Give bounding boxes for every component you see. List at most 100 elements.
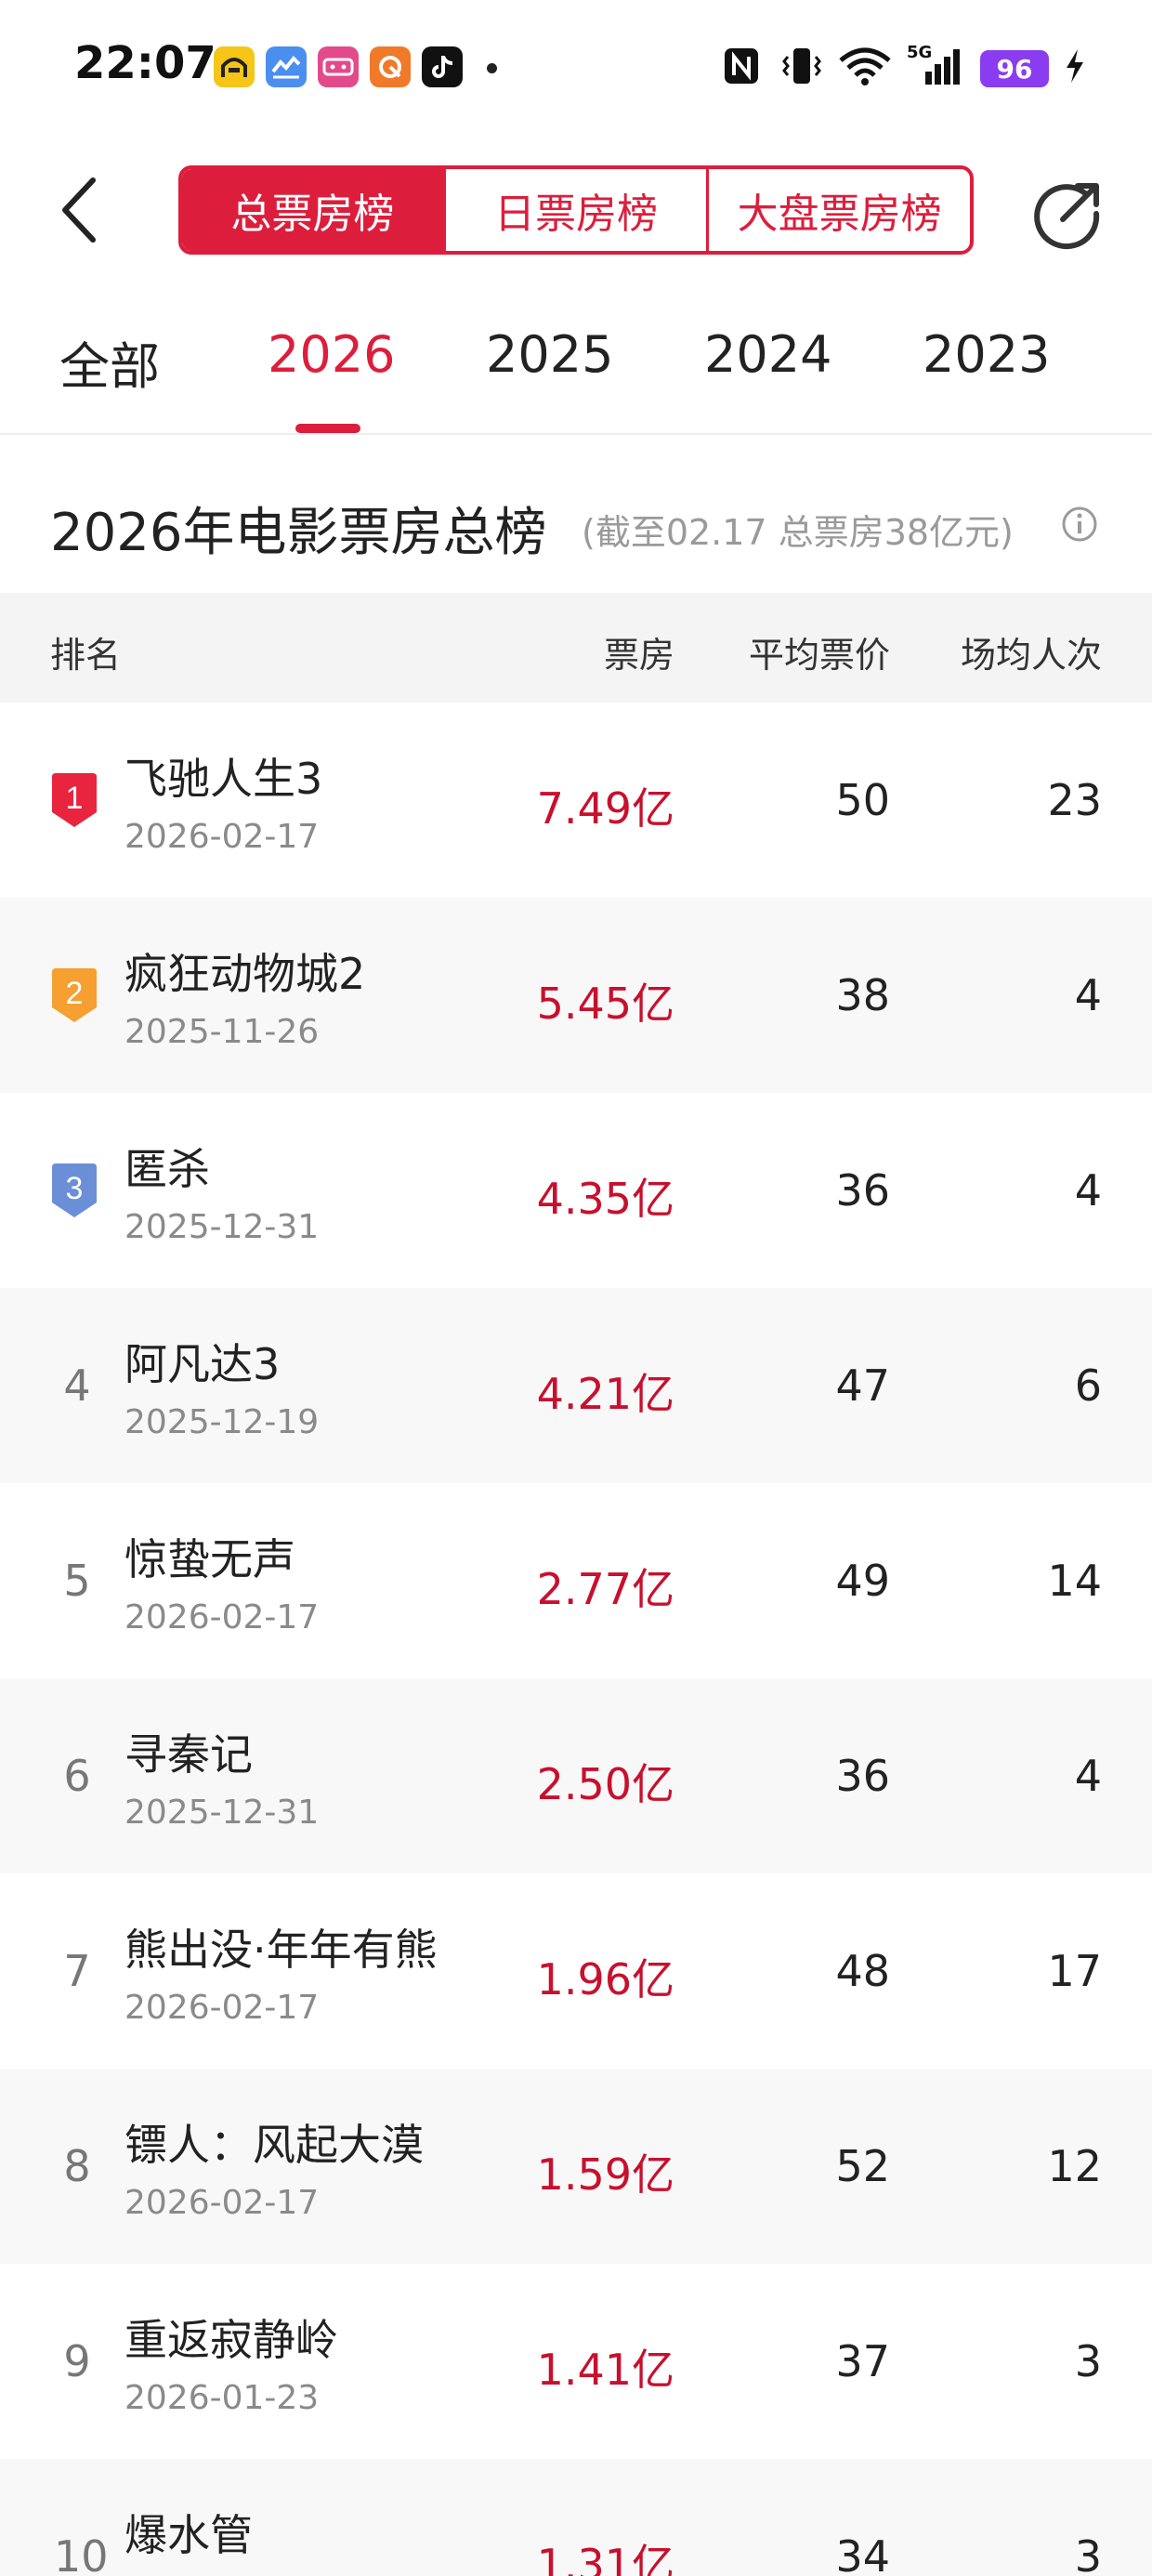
table-row[interactable]: 6 寻秦记 2025-12-31 2.50亿 36 4 [0,1678,1152,1873]
page-subtitle: (截至02.17 总票房38亿元) [582,512,1014,553]
box-office-value: 2.77亿 [536,1564,674,1614]
share-icon [1034,183,1100,250]
rank-number: 6 [63,1751,91,1801]
release-date: 2025-12-31 [124,1794,320,1832]
box-office-value: 7.49亿 [536,783,674,834]
tiktok-icon [422,46,463,87]
rank-number: 5 [63,1556,91,1606]
release-date: 2025-11-26 [124,1013,320,1051]
movie-title: 爆水管 [124,2510,253,2560]
app-orange-icon [370,46,411,87]
release-date: 2025-12-19 [124,1403,320,1441]
movie-title: 惊蛰无声 [124,1534,295,1584]
table-row[interactable]: 2 疯狂动物城2 2025-11-26 5.45亿 38 4 [0,898,1152,1093]
rank-badge-bronze-icon: 3 [52,1163,97,1217]
network-label: 5G [907,43,933,62]
header-avg-attendance[interactable]: 场均人次 [961,626,1102,677]
app-yellow-icon [214,46,255,87]
box-office-value: 4.35亿 [536,1174,674,1224]
movie-title: 疯狂动物城2 [124,949,366,999]
rank-number: 2 [66,976,84,1011]
page-title: 2026年电影票房总榜 [50,503,547,563]
page: 22:07 5G 96 总票房榜 日票房榜 大盘票房榜 全部 2026 2025… [0,0,1152,2576]
avg-attendance-value: 4 [1074,970,1102,1020]
wifi-icon [836,43,894,89]
box-office-value: 2.50亿 [536,1759,674,1809]
release-date: 2026-02-17 [124,1598,320,1636]
box-office-value: 1.96亿 [536,1954,674,2004]
avg-attendance-value: 4 [1074,1751,1102,1801]
status-time: 22:07 [74,37,216,89]
table-row[interactable]: 7 熊出没·年年有熊 2026-02-17 1.96亿 48 17 [0,1873,1152,2069]
avg-price-value: 37 [835,2336,890,2386]
notification-dot [487,63,497,73]
rank-badge-silver-icon: 2 [52,968,97,1022]
avg-attendance-value: 3 [1074,2336,1102,2386]
table-row[interactable]: 1 飞驰人生3 2026-02-17 7.49亿 50 23 [0,703,1152,898]
release-date: 2026-02-17 [124,818,320,856]
header-avg-price[interactable]: 平均票价 [749,626,890,677]
box-office-value: 1.31亿 [536,2540,674,2576]
avg-attendance-value: 3 [1074,2531,1102,2576]
avg-price-value: 47 [835,1360,890,1411]
release-date: 2025-12-31 [124,1208,320,1246]
rank-number: 10 [54,2531,109,2576]
table-row[interactable]: 9 重返寂静岭 2026-01-23 1.41亿 37 3 [0,2264,1152,2459]
avg-attendance-value: 6 [1074,1360,1102,1411]
info-icon[interactable] [1061,506,1098,543]
avg-attendance-value: 12 [1047,2141,1102,2191]
tab-2026[interactable]: 2026 [268,325,395,384]
box-office-value: 1.41亿 [536,2345,674,2395]
table-row[interactable]: 10 爆水管 1.31亿 34 3 [0,2459,1152,2576]
rank-number: 3 [66,1171,84,1206]
avg-price-value: 38 [835,970,890,1020]
avg-price-value: 50 [835,775,890,825]
movie-title: 阿凡达3 [124,1339,281,1389]
avg-attendance-value: 14 [1047,1556,1102,1606]
avg-price-value: 36 [835,1165,890,1216]
tab-2024[interactable]: 2024 [704,325,831,384]
app-pink-icon [318,46,359,87]
avg-attendance-value: 17 [1047,1946,1102,1996]
app-blue-icon [266,46,307,87]
table-row[interactable]: 5 惊蛰无声 2026-02-17 2.77亿 49 14 [0,1483,1152,1678]
rank-number: 1 [66,781,84,816]
charging-icon [1059,43,1091,89]
vibrate-icon [779,43,825,89]
avg-price-value: 49 [835,1556,890,1606]
chevron-left-icon [62,177,96,243]
header-box-office[interactable]: 票房 [604,626,674,677]
status-bar: 22:07 5G 96 [0,0,1152,139]
movie-title: 寻秦记 [124,1729,253,1780]
release-date: 2026-01-23 [124,2379,320,2417]
avg-price-value: 34 [835,2531,890,2576]
year-tabs: 全部 2026 2025 2024 2023 [0,316,1152,435]
table-header: 排名 票房 平均票价 场均人次 [0,593,1152,703]
battery-indicator: 96 [980,50,1049,87]
rank-badge-gold-icon: 1 [52,773,97,827]
table-row[interactable]: 4 阿凡达3 2025-12-19 4.21亿 47 6 [0,1288,1152,1483]
box-office-value: 1.59亿 [536,2149,674,2200]
movie-title: 镖人：风起大漠 [124,2120,424,2170]
tab-2023[interactable]: 2023 [923,325,1050,384]
share-button[interactable] [1031,177,1106,251]
segment-total-box-office[interactable]: 总票房榜 [182,169,443,251]
header-rank: 排名 [50,635,122,676]
table-row[interactable]: 3 匿杀 2025-12-31 4.35亿 36 4 [0,1093,1152,1288]
release-date: 2026-02-17 [124,1989,320,2027]
rank-number: 9 [63,2336,91,2386]
avg-attendance-value: 23 [1047,775,1102,825]
segment-market-box-office[interactable]: 大盘票房榜 [706,169,970,251]
back-button[interactable] [52,173,108,247]
table-row[interactable]: 8 镖人：风起大漠 2026-02-17 1.59亿 52 12 [0,2069,1152,2264]
signal-icon: 5G [905,43,964,89]
box-office-value: 5.45亿 [536,979,674,1029]
rank-number: 7 [63,1946,91,1996]
avg-price-value: 36 [835,1751,890,1801]
avg-price-value: 52 [835,2141,890,2191]
tab-all[interactable]: 全部 [59,325,160,399]
avg-price-value: 48 [835,1946,890,1996]
segment-daily-box-office[interactable]: 日票房榜 [442,169,707,251]
release-date: 2026-02-17 [124,2184,320,2222]
tab-2025[interactable]: 2025 [486,325,613,384]
